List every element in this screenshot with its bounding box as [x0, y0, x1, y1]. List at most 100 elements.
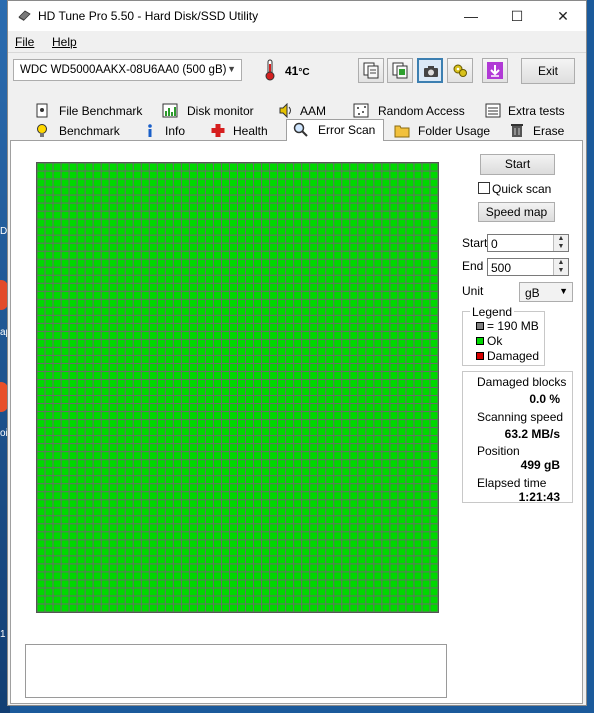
scan-block — [390, 315, 398, 323]
scan-block — [246, 219, 254, 227]
scan-block — [61, 251, 69, 259]
scan-block — [45, 371, 53, 379]
spin-down-icon[interactable]: ▼ — [553, 267, 568, 275]
scan-block — [286, 187, 294, 195]
scan-block — [350, 171, 358, 179]
scan-block — [294, 596, 302, 604]
scan-block — [414, 596, 422, 604]
scan-log-box[interactable] — [25, 644, 447, 698]
save-download-button[interactable] — [482, 58, 508, 83]
scan-block — [398, 596, 406, 604]
menu-file[interactable]: File — [15, 35, 34, 49]
copy-info-button[interactable] — [358, 58, 384, 83]
scan-block — [270, 371, 278, 379]
scan-block — [205, 243, 213, 251]
exit-button[interactable]: Exit — [521, 58, 575, 84]
scan-block — [238, 339, 246, 347]
scan-block — [254, 379, 262, 387]
scan-block — [117, 564, 125, 572]
scan-block — [374, 604, 382, 612]
scan-block — [53, 516, 61, 524]
title-bar[interactable]: HD Tune Pro 5.50 - Hard Disk/SSD Utility… — [8, 1, 586, 31]
scan-block — [358, 219, 366, 227]
scan-block — [422, 588, 430, 596]
scan-block — [157, 420, 165, 428]
scan-block — [398, 548, 406, 556]
scan-block — [422, 275, 430, 283]
start-button[interactable]: Start — [480, 154, 555, 175]
scan-block — [406, 227, 414, 235]
scan-block — [53, 572, 61, 580]
scan-block — [278, 508, 286, 516]
folder-icon — [394, 125, 410, 138]
tab-file-benchmark[interactable]: File Benchmark — [30, 101, 150, 120]
scan-block — [430, 556, 438, 564]
scan-block — [278, 211, 286, 219]
scan-block — [85, 484, 93, 492]
screenshot-button[interactable] — [417, 58, 443, 83]
end-position-field[interactable]: 500 ▲ ▼ — [487, 258, 569, 276]
tab-benchmark[interactable]: Benchmark — [30, 121, 134, 140]
elapsed-time-label: Elapsed time — [477, 476, 547, 490]
tab-health[interactable]: Health — [208, 121, 282, 140]
maximize-button[interactable]: ☐ — [494, 1, 540, 31]
drive-select[interactable]: WDC WD5000AAKX-08U6AA0 (500 gB) ▼ — [13, 59, 242, 81]
scan-block — [398, 339, 406, 347]
scan-block — [53, 452, 61, 460]
scan-block — [398, 588, 406, 596]
scan-block — [45, 564, 53, 572]
scan-block — [69, 516, 77, 524]
scan-block — [133, 331, 141, 339]
scan-block — [414, 508, 422, 516]
scan-block — [165, 548, 173, 556]
scan-block — [366, 171, 374, 179]
scan-block — [229, 211, 237, 219]
tab-extra-tests[interactable]: Extra tests — [483, 101, 581, 120]
scan-block — [302, 347, 310, 355]
tab-aam[interactable]: AAM — [276, 101, 346, 120]
scan-block — [69, 299, 77, 307]
scan-block — [69, 596, 77, 604]
settings-button[interactable] — [447, 58, 473, 83]
scan-block — [238, 171, 246, 179]
menu-help[interactable]: Help — [52, 35, 77, 49]
unit-select[interactable]: gB ▼ — [519, 282, 573, 302]
scan-block — [238, 444, 246, 452]
tab-folder-usage[interactable]: Folder Usage — [390, 121, 500, 140]
scan-block — [270, 572, 278, 580]
scan-block — [278, 163, 286, 171]
scan-block — [189, 428, 197, 436]
scan-block — [366, 524, 374, 532]
scan-block — [294, 251, 302, 259]
scan-block — [414, 371, 422, 379]
speed-map-button[interactable]: Speed map — [478, 202, 555, 222]
scan-block — [197, 484, 205, 492]
spin-up-icon[interactable]: ▲ — [553, 235, 568, 243]
minimize-button[interactable]: — — [448, 1, 494, 31]
tab-erase[interactable]: Erase — [505, 121, 575, 140]
start-position-field[interactable]: 0 ▲ ▼ — [487, 234, 569, 252]
scan-block — [318, 396, 326, 404]
scan-block — [37, 532, 45, 540]
close-button[interactable]: ✕ — [540, 1, 586, 31]
scan-block — [262, 203, 270, 211]
scan-block — [342, 251, 350, 259]
scan-block — [318, 492, 326, 500]
tab-random-access[interactable]: Random Access — [353, 101, 478, 120]
scan-block — [318, 379, 326, 387]
quick-scan-checkbox[interactable] — [478, 182, 490, 194]
scan-block — [270, 484, 278, 492]
scan-block — [93, 564, 101, 572]
scan-block — [53, 179, 61, 187]
tab-disk-monitor[interactable]: Disk monitor — [158, 101, 268, 120]
spin-up-icon[interactable]: ▲ — [553, 259, 568, 267]
scan-block — [414, 267, 422, 275]
copy-screen-button[interactable] — [387, 58, 413, 83]
tab-error-scan[interactable]: Error Scan — [286, 119, 384, 141]
scanning-speed-value: 63.2 MB/s — [504, 427, 560, 441]
scan-block — [173, 235, 181, 243]
tab-info[interactable]: Info — [138, 121, 200, 140]
scan-block — [165, 363, 173, 371]
spin-down-icon[interactable]: ▼ — [553, 243, 568, 251]
scan-block — [117, 267, 125, 275]
